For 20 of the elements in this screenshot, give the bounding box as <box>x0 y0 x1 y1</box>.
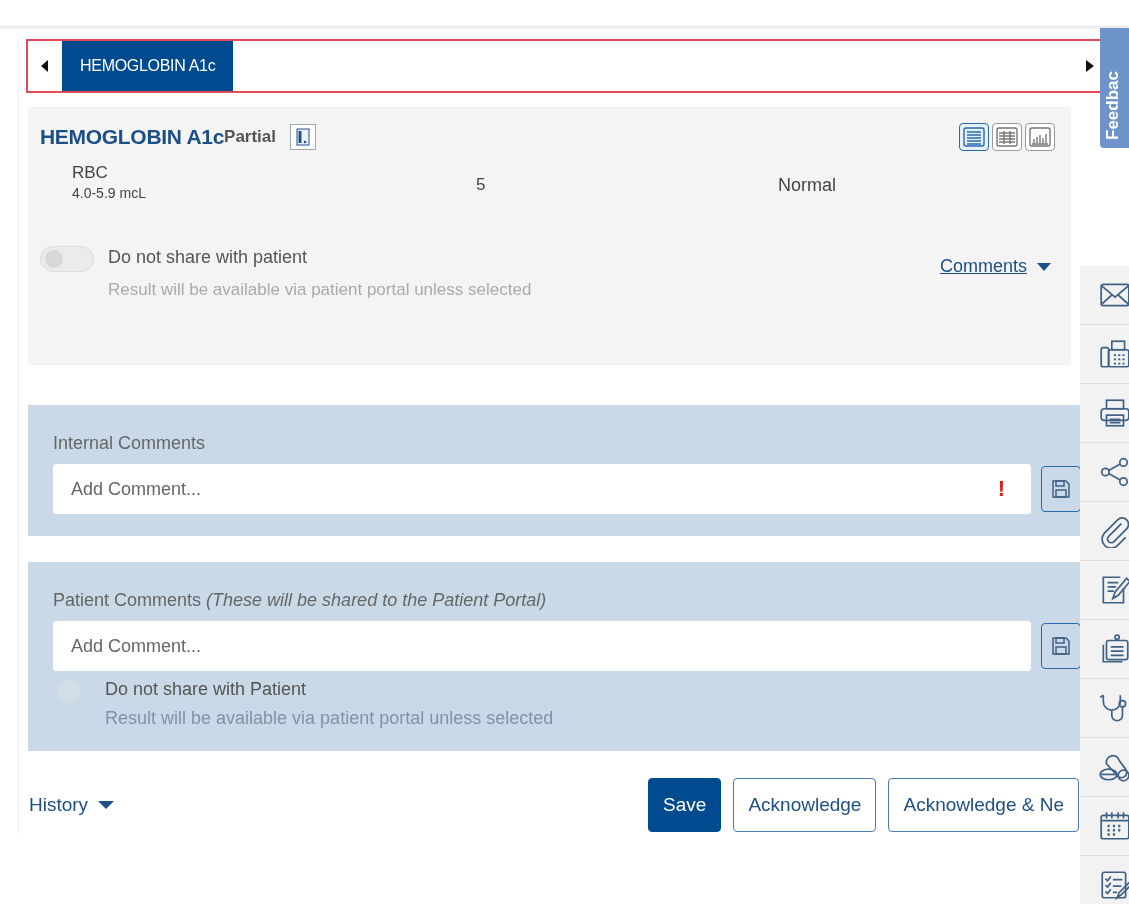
tab[interactable]: HEMOGLOBIN A1c <box>62 41 234 91</box>
checkbox-note: Result will be available via patient portal unless selected <box>105 708 554 729</box>
action-button[interactable]: Acknowledge <box>733 778 877 832</box>
required-indicator: ! <box>997 476 1005 502</box>
history-link[interactable]: History <box>29 794 89 816</box>
toggle-label: Do not share with patient <box>108 247 309 268</box>
reference-range: 4.0-5.9 mcL <box>72 185 147 201</box>
comments-link[interactable]: Comments <box>939 256 1027 277</box>
checkbox-label: Do not share with Patient <box>105 679 308 700</box>
action-button[interactable]: Save <box>648 778 722 832</box>
test-name: RBC <box>72 163 108 182</box>
section-label: Patient Comments (These will be shared to the Patient Portal) <box>53 590 548 611</box>
comment-field[interactable]: Add Comment... <box>53 621 1031 671</box>
action-button[interactable]: Acknowledge & Ne <box>888 778 1079 832</box>
toggle-note: Result will be available via patient portal unless selected <box>108 280 532 300</box>
section-label: Internal Comments <box>53 433 207 454</box>
result-title: HEMOGLOBIN A1c <box>40 125 225 149</box>
status-label: Partial <box>224 127 277 147</box>
result-value: 5 <box>476 175 486 194</box>
flag-label: Normal <box>778 175 836 195</box>
